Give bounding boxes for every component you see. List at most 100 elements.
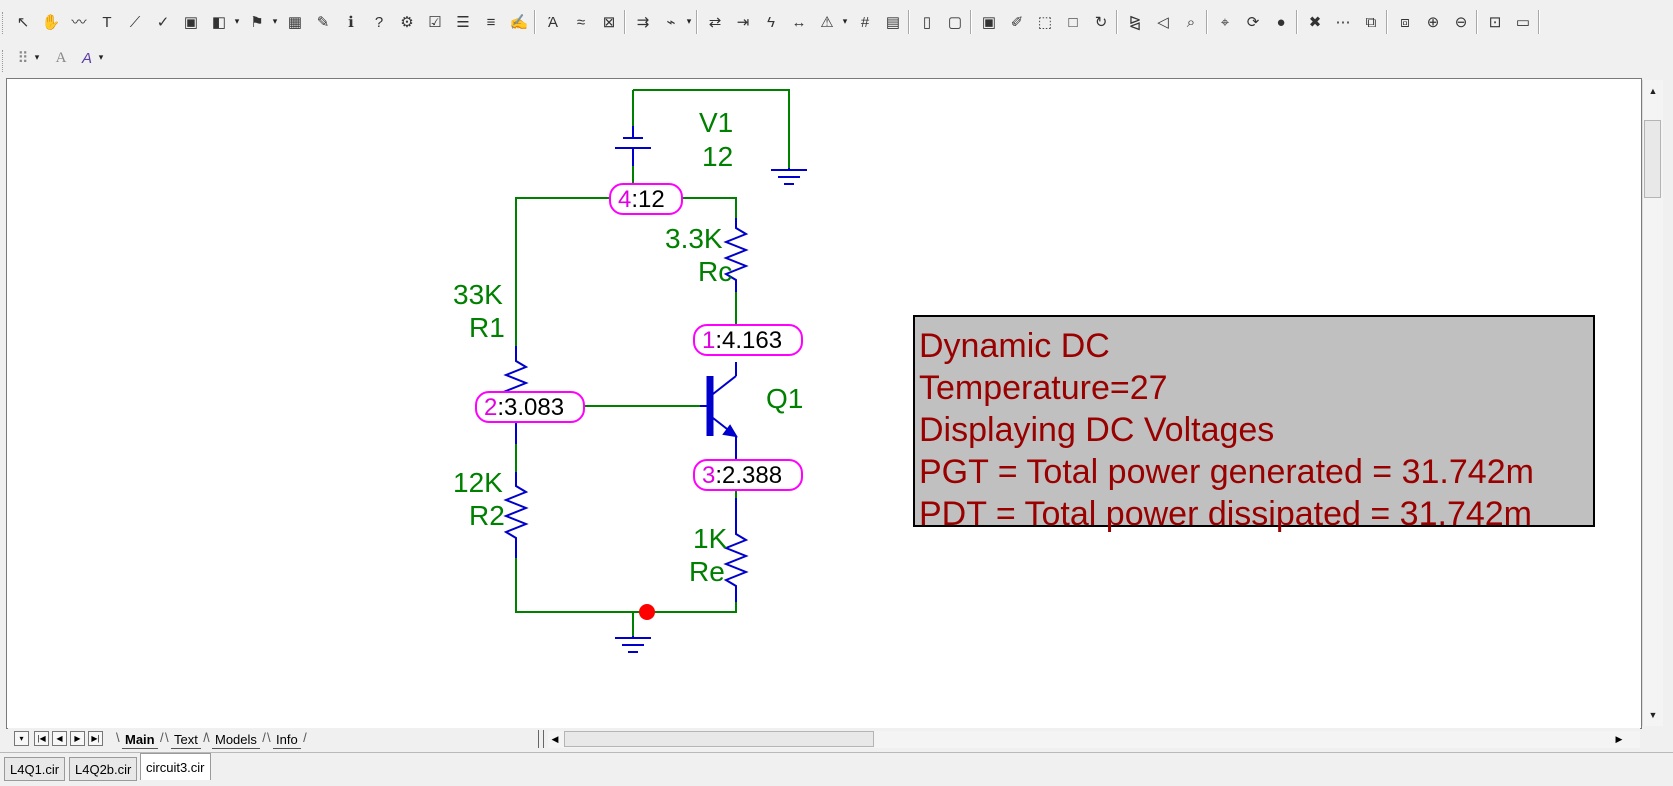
circle-more-icon[interactable]: ⋯ [1332,11,1354,33]
wire-draw-icon[interactable]: ⟋ [124,11,146,33]
toolbar-separator [1538,10,1540,34]
node-numbers-icon[interactable]: ≈ [570,11,592,33]
flag-icon[interactable]: ⚑ [246,11,268,33]
bring-front-icon[interactable]: ⧉ [1360,11,1382,33]
dropdown-arrow-icon[interactable]: ▾ [684,14,694,28]
file-tab-l4q2b[interactable]: L4Q2b.cir [69,757,138,781]
font-icon[interactable]: A [50,47,72,69]
scroll-up-icon[interactable]: ▲ [1644,82,1662,100]
vertical-scroll-thumb[interactable] [1644,120,1661,198]
properties-icon[interactable]: ☰ [452,11,474,33]
component-icon[interactable]: ▣ [180,11,202,33]
scroll-right-icon[interactable]: ▶ [1612,731,1626,747]
next-sheet-icon[interactable]: ▶ [70,731,85,746]
conditions-icon[interactable]: ⇄ [704,11,726,33]
info-icon[interactable]: ℹ [340,11,362,33]
node-label-1[interactable]: 1:4.163 [693,324,803,356]
subckt-icon[interactable]: ▣ [978,11,1000,33]
circle-x-icon[interactable]: ✖ [1304,11,1326,33]
mirror-icon[interactable]: ⧎ [1124,11,1146,33]
find-icon[interactable]: ⌕ [1180,11,1202,33]
tab-main[interactable]: Main [116,730,163,749]
edit-props-icon[interactable]: ✐ [1006,11,1028,33]
page-icon[interactable]: ▤ [882,11,904,33]
send-back-icon[interactable]: ⧈ [1394,11,1416,33]
scroll-down-icon[interactable]: ▼ [1644,706,1662,724]
tab-text[interactable]: Text [165,730,207,749]
dropdown-arrow-icon[interactable]: ▾ [270,14,280,28]
camera-icon[interactable]: ▭ [1512,11,1534,33]
node-number: 1 [702,327,715,354]
last-sheet-icon[interactable]: ▶| [88,731,103,746]
edit-icon[interactable]: ✍ [508,11,530,33]
tab-menu-icon[interactable]: ▾ [14,731,29,746]
grid-icon[interactable]: # [854,11,876,33]
rotate-icon[interactable]: ↻ [1090,11,1112,33]
grid-dots-icon[interactable]: ⠿ [12,47,34,69]
analysis-info-box[interactable]: Dynamic DC Temperature=27 Displaying DC … [913,315,1595,533]
flip-icon[interactable]: ◁ [1152,11,1174,33]
re-value: 1K [693,523,728,554]
help-icon[interactable]: ? [368,11,390,33]
warning-icon[interactable]: ⚠ [816,11,838,33]
file-tab-circuit3[interactable]: circuit3.cir [140,753,211,780]
toolbar-separator [534,10,536,34]
schematic-drawing[interactable]: V1 12 3.3K Rc 33K R1 Q1 12K R2 1K Re 4:1… [6,78,1640,727]
power-icon[interactable]: ⌁ [660,11,682,33]
checkbox-icon[interactable]: ☑ [424,11,446,33]
secondary-toolbar: ⠿ ▾ A A ▾ [0,42,1673,74]
tab-info[interactable]: Info [267,730,306,749]
dropdown-arrow-icon[interactable]: ▾ [840,14,850,28]
info-line: PGT = Total power generated = 31.742m [919,453,1534,491]
horizontal-scrollbar[interactable]: ◀ ▶ [548,731,1640,748]
binoculars-icon[interactable]: ⌖ [1214,11,1236,33]
toolbar-grip[interactable] [2,12,7,34]
empty-box-icon[interactable]: □ [1062,11,1084,33]
refresh-icon[interactable]: ⟳ [1242,11,1264,33]
list-icon[interactable]: ≡ [480,11,502,33]
prev-sheet-icon[interactable]: ◀ [52,731,67,746]
node-label-2[interactable]: 2:3.083 [475,391,585,423]
animate-icon[interactable]: ⚙ [396,11,418,33]
lightning-icon[interactable]: ϟ [760,11,782,33]
dropdown-arrow-icon[interactable]: ▾ [32,50,42,64]
node-label-3[interactable]: 3:2.388 [693,459,803,491]
tab-splitter[interactable] [538,730,544,748]
zoom-out-icon[interactable]: ⊖ [1450,11,1472,33]
cross-arrows-icon[interactable]: ↔ [788,11,810,33]
scroll-left-icon[interactable]: ◀ [548,731,562,747]
tab-models[interactable]: Models [206,730,266,749]
zoom-fit-icon[interactable]: ⊡ [1484,11,1506,33]
currents-icon[interactable]: ⇉ [632,11,654,33]
circle-down-icon[interactable]: ● [1270,11,1292,33]
horizontal-scroll-thumb[interactable] [564,731,874,747]
shapes-icon[interactable]: ◧ [208,11,230,33]
node-voltages-icon[interactable]: ⊠ [598,11,620,33]
page-scale-icon[interactable]: ▢ [944,11,966,33]
blank-page-icon[interactable]: ▯ [916,11,938,33]
zoom-in-icon[interactable]: ⊕ [1422,11,1444,33]
r2-resistor [503,472,529,558]
diagonal-wire-icon[interactable]: ✓ [152,11,174,33]
toolbar-separator [1476,10,1478,34]
select-mode-icon[interactable]: ↖ [12,11,34,33]
wire-mode-icon[interactable]: 〰 [68,11,90,33]
file-tab-l4q1[interactable]: L4Q1.cir [4,757,66,781]
node-label-4[interactable]: 4:12 [609,183,683,215]
dropdown-arrow-icon[interactable]: ▾ [232,14,242,28]
grid-table-icon[interactable]: ▦ [284,11,306,33]
toolbar-grip[interactable] [2,50,7,72]
attribute-text-icon[interactable]: Ά [542,11,564,33]
first-sheet-icon[interactable]: |◀ [34,731,49,746]
vertical-scrollbar[interactable]: ▲ ▼ [1642,80,1663,726]
r1-name: R1 [469,312,505,343]
pan-mode-icon[interactable]: ✋ [40,11,62,33]
file-tab-bar: L4Q1.cir L4Q2b.cir circuit3.cir [0,752,1673,786]
r1-value: 33K [453,279,503,310]
dropdown-arrow-icon[interactable]: ▾ [96,50,106,64]
pin-connections-icon[interactable]: ⇥ [732,11,754,33]
spellcheck-icon[interactable]: A [76,47,98,69]
box-select-icon[interactable]: ⬚ [1034,11,1056,33]
text-mode-icon[interactable]: T [96,11,118,33]
tool-icon[interactable]: ✎ [312,11,334,33]
